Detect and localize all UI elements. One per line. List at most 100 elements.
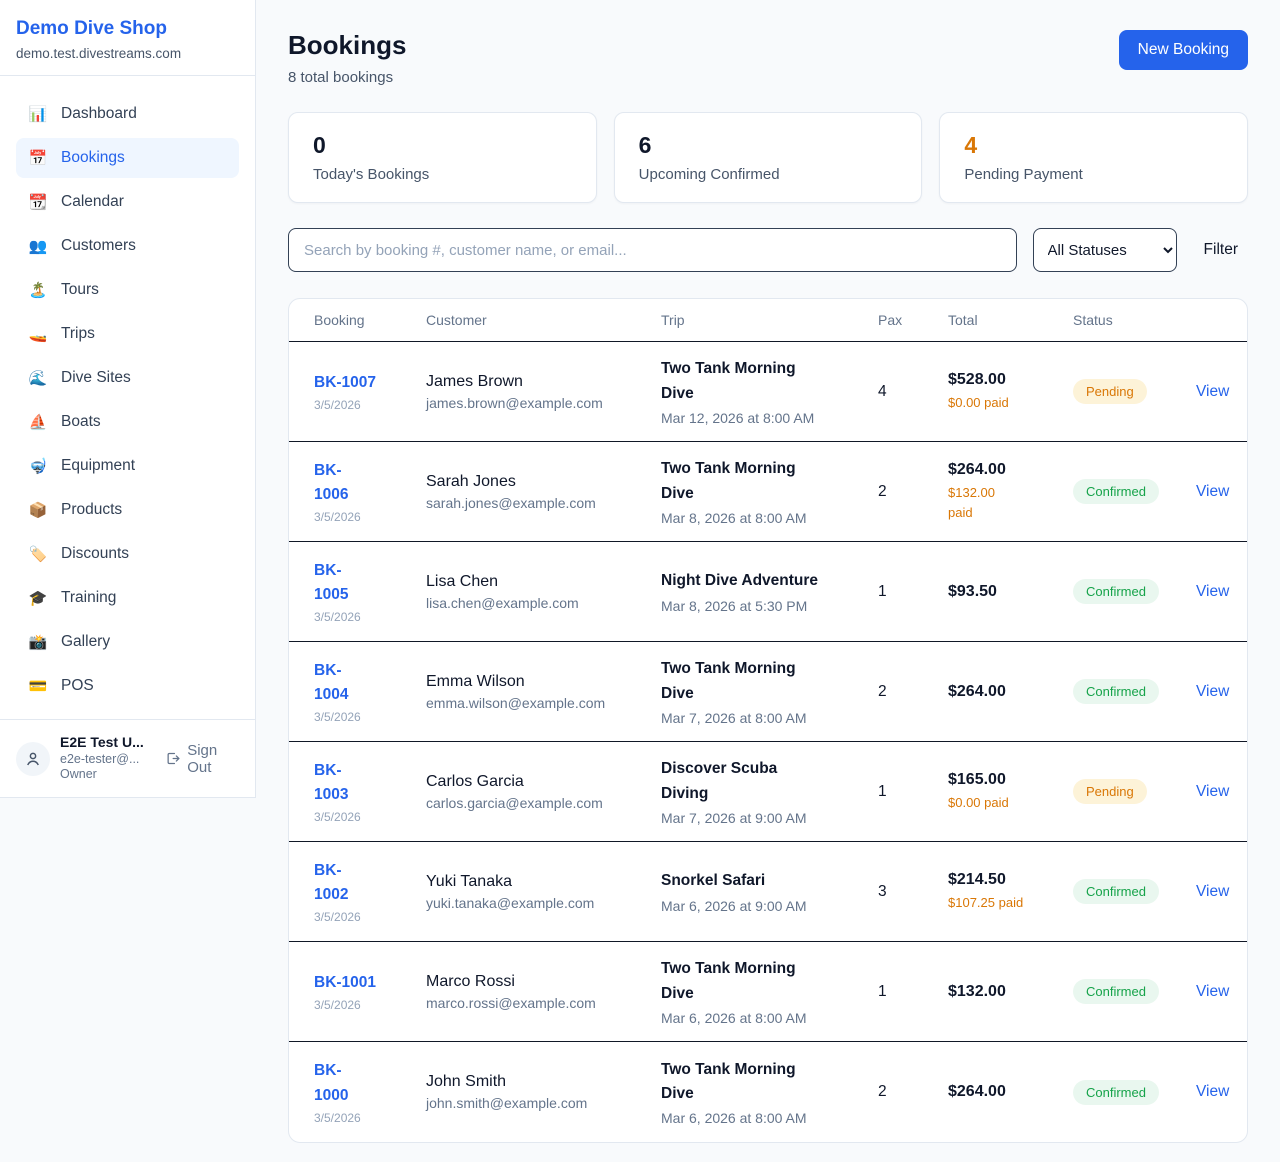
view-link[interactable]: View (1196, 1083, 1229, 1100)
sidebar-item-products[interactable]: 📦 Products (16, 490, 239, 530)
sidebar-item-pos[interactable]: 💳 POS (16, 666, 239, 706)
customer-cell: Yuki Tanaka yuki.tanaka@example.com (426, 873, 661, 911)
total-amount: $264.00 (948, 1083, 1073, 1101)
total-cell: $165.00 $0.00 paid (948, 771, 1073, 813)
sidebar-item-training[interactable]: 🎓 Training (16, 578, 239, 618)
stat-value: 0 (313, 132, 572, 159)
credit-card-icon: 💳 (28, 677, 48, 695)
view-link[interactable]: View (1196, 383, 1229, 400)
total-amount: $264.00 (948, 683, 1073, 701)
table-row: BK- 1004 3/5/2026 Emma Wilson emma.wilso… (289, 642, 1247, 742)
trip-name: Two Tank Morning Dive (661, 957, 878, 1005)
booking-id-link[interactable]: BK-1007 (314, 371, 426, 395)
graduation-cap-icon: 🎓 (28, 589, 48, 607)
pax-value: 1 (878, 783, 948, 801)
booking-id-link[interactable]: BK- 1005 (314, 559, 426, 607)
sidebar: Demo Dive Shop demo.test.divestreams.com… (0, 0, 256, 798)
user-name: E2E Test U... (60, 734, 155, 752)
total-amount: $214.50 (948, 871, 1073, 889)
sidebar-item-label: Products (61, 501, 122, 519)
booking-date: 3/5/2026 (314, 610, 426, 624)
trip-date: Mar 8, 2026 at 5:30 PM (661, 598, 878, 614)
status-select[interactable]: All Statuses (1033, 228, 1177, 272)
table-row: BK-1001 3/5/2026 Marco Rossi marco.rossi… (289, 942, 1247, 1042)
avatar (16, 742, 50, 776)
total-amount: $93.50 (948, 583, 1073, 601)
view-link[interactable]: View (1196, 983, 1229, 1000)
booking-date: 3/5/2026 (314, 710, 426, 724)
shop-name: Demo Dive Shop (16, 18, 239, 40)
customer-name: James Brown (426, 373, 661, 391)
sidebar-user-section: E2E Test U... e2e-tester@... Owner Sign … (0, 719, 255, 797)
filter-button[interactable]: Filter (1204, 241, 1238, 259)
booking-id-link[interactable]: BK-1001 (314, 971, 426, 995)
trip-name: Snorkel Safari (661, 869, 878, 893)
sidebar-item-gallery[interactable]: 📸 Gallery (16, 622, 239, 662)
booking-id-link[interactable]: BK- 1002 (314, 859, 426, 907)
sidebar-item-label: Trips (61, 325, 95, 343)
status-badge: Confirmed (1073, 579, 1159, 604)
paid-amount: $0.00 paid (948, 793, 1028, 813)
booking-id-link[interactable]: BK- 1003 (314, 759, 426, 807)
trip-date: Mar 7, 2026 at 9:00 AM (661, 810, 878, 826)
total-cell: $528.00 $0.00 paid (948, 371, 1073, 413)
view-link[interactable]: View (1196, 583, 1229, 600)
sidebar-item-label: Bookings (61, 149, 125, 167)
new-booking-button[interactable]: New Booking (1119, 30, 1248, 70)
sidebar-item-boats[interactable]: ⛵ Boats (16, 402, 239, 442)
sidebar-item-tours[interactable]: 🏝️ Tours (16, 270, 239, 310)
status-badge: Confirmed (1073, 879, 1159, 904)
col-status: Status (1073, 312, 1196, 328)
booking-id-link[interactable]: BK- 1006 (314, 459, 426, 507)
status-badge: Confirmed (1073, 679, 1159, 704)
calendar-icon: 📅 (28, 149, 48, 167)
trip-cell: Two Tank Morning Dive Mar 8, 2026 at 8:0… (661, 457, 878, 525)
view-link[interactable]: View (1196, 483, 1229, 500)
sidebar-item-discounts[interactable]: 🏷️ Discounts (16, 534, 239, 574)
sidebar-item-bookings[interactable]: 📅 Bookings (16, 138, 239, 178)
trip-name: Discover Scuba Diving (661, 757, 878, 805)
status-badge: Pending (1073, 379, 1147, 404)
logout-icon (165, 750, 180, 767)
status-cell: Confirmed (1073, 479, 1196, 504)
paid-amount: $132.00 paid (948, 483, 1028, 522)
user-email: e2e-tester@... (60, 752, 155, 768)
trip-cell: Two Tank Morning Dive Mar 12, 2026 at 8:… (661, 357, 878, 425)
total-cell: $264.00 (948, 1083, 1073, 1101)
sidebar-item-calendar[interactable]: 📆 Calendar (16, 182, 239, 222)
booking-date: 3/5/2026 (314, 1111, 426, 1125)
view-link[interactable]: View (1196, 683, 1229, 700)
view-link[interactable]: View (1196, 883, 1229, 900)
trip-cell: Two Tank Morning Dive Mar 6, 2026 at 8:0… (661, 957, 878, 1025)
sidebar-item-label: Calendar (61, 193, 124, 211)
customer-cell: Emma Wilson emma.wilson@example.com (426, 673, 661, 711)
stat-label: Upcoming Confirmed (639, 166, 898, 183)
booking-date: 3/5/2026 (314, 910, 426, 924)
sidebar-item-trips[interactable]: 🚤 Trips (16, 314, 239, 354)
paid-amount: $0.00 paid (948, 393, 1028, 413)
customer-email: carlos.garcia@example.com (426, 795, 661, 811)
sign-out-button[interactable]: Sign Out (165, 742, 239, 776)
view-link[interactable]: View (1196, 783, 1229, 800)
booking-date: 3/5/2026 (314, 398, 426, 412)
search-input[interactable] (288, 228, 1017, 272)
speedboat-icon: 🚤 (28, 325, 48, 343)
sidebar-item-dive-sites[interactable]: 🌊 Dive Sites (16, 358, 239, 398)
sidebar-item-customers[interactable]: 👥 Customers (16, 226, 239, 266)
customer-name: John Smith (426, 1073, 661, 1091)
status-cell: Confirmed (1073, 879, 1196, 904)
pax-value: 1 (878, 583, 948, 601)
customer-name: Sarah Jones (426, 473, 661, 491)
dive-mask-icon: 🤿 (28, 457, 48, 475)
customer-email: yuki.tanaka@example.com (426, 895, 661, 911)
sidebar-item-equipment[interactable]: 🤿 Equipment (16, 446, 239, 486)
trip-date: Mar 8, 2026 at 8:00 AM (661, 510, 878, 526)
sidebar-item-dashboard[interactable]: 📊 Dashboard (16, 94, 239, 134)
booking-cell: BK-1007 3/5/2026 (314, 371, 426, 412)
sidebar-item-label: Equipment (61, 457, 135, 475)
status-cell: Confirmed (1073, 579, 1196, 604)
booking-id-link[interactable]: BK- 1004 (314, 659, 426, 707)
trip-cell: Night Dive Adventure Mar 8, 2026 at 5:30… (661, 569, 878, 613)
user-role: Owner (60, 767, 155, 783)
booking-id-link[interactable]: BK- 1000 (314, 1059, 426, 1107)
